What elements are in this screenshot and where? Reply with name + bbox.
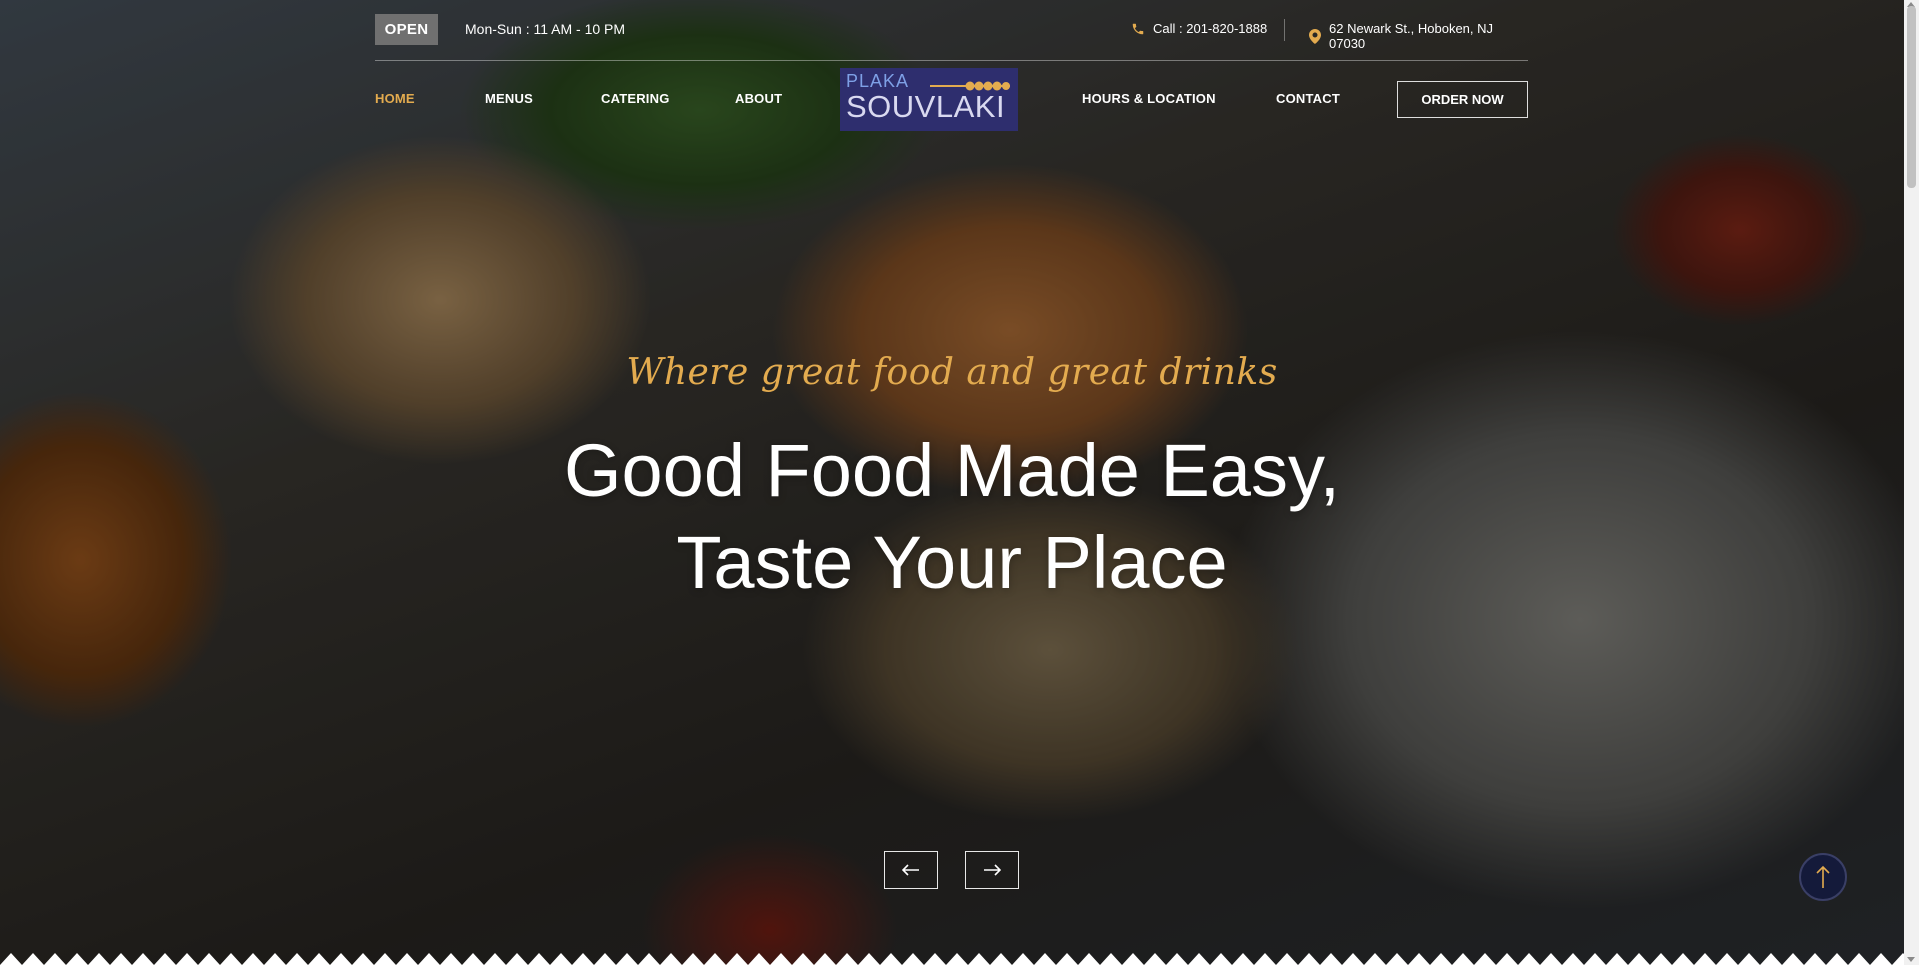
nav-item-catering[interactable]: CATERING (601, 91, 670, 106)
nav-item-menus[interactable]: MENUS (485, 91, 533, 106)
skewer-icon (930, 81, 1010, 91)
back-to-top-button[interactable] (1799, 853, 1847, 901)
location-pin-icon (1309, 28, 1321, 44)
nav-item-about[interactable]: ABOUT (735, 91, 782, 106)
nav-item-contact[interactable]: CONTACT (1276, 91, 1340, 106)
nav-item-home[interactable]: HOME (375, 91, 415, 106)
headline-line-1: Good Food Made Easy, (563, 429, 1341, 512)
logo-line-2: SOUVLAKI (846, 89, 1006, 124)
headline-line-2: Taste Your Place (676, 521, 1228, 604)
slider-prev-button[interactable] (884, 851, 938, 889)
arrow-up-icon (1816, 865, 1830, 888)
topbar-divider (1284, 19, 1285, 41)
scroll-down-arrow-icon[interactable] (1907, 957, 1915, 962)
arrow-right-icon (984, 864, 1001, 876)
slider-next-button[interactable] (965, 851, 1019, 889)
nav-item-hours-location[interactable]: HOURS & LOCATION (1082, 91, 1216, 106)
arrow-left-icon (902, 864, 919, 876)
hero-headline: Good Food Made Easy, Taste Your Place (0, 425, 1904, 609)
call-link[interactable]: Call : 201-820-1888 (1131, 21, 1267, 36)
top-info-bar: OPEN Mon-Sun : 11 AM - 10 PM Call : 201-… (375, 14, 1528, 51)
address-link[interactable]: 62 Newark St., Hoboken, NJ 07030 (1309, 21, 1528, 51)
scrollbar-thumb[interactable] (1907, 6, 1916, 188)
header-divider-line (375, 60, 1528, 61)
page-scrollbar[interactable] (1904, 0, 1919, 965)
open-status-badge: OPEN (375, 14, 438, 45)
site-logo[interactable]: PLAKA SOUVLAKI (840, 68, 1018, 131)
call-text: Call : 201-820-1888 (1153, 21, 1268, 36)
phone-icon (1131, 22, 1145, 36)
zigzag-divider (0, 947, 1904, 965)
hero-tagline: Where great food and great drinks (626, 352, 1278, 393)
address-text: 62 Newark St., Hoboken, NJ 07030 (1329, 21, 1494, 51)
order-now-button[interactable]: ORDER NOW (1397, 81, 1528, 118)
opening-hours: Mon-Sun : 11 AM - 10 PM (465, 21, 626, 37)
